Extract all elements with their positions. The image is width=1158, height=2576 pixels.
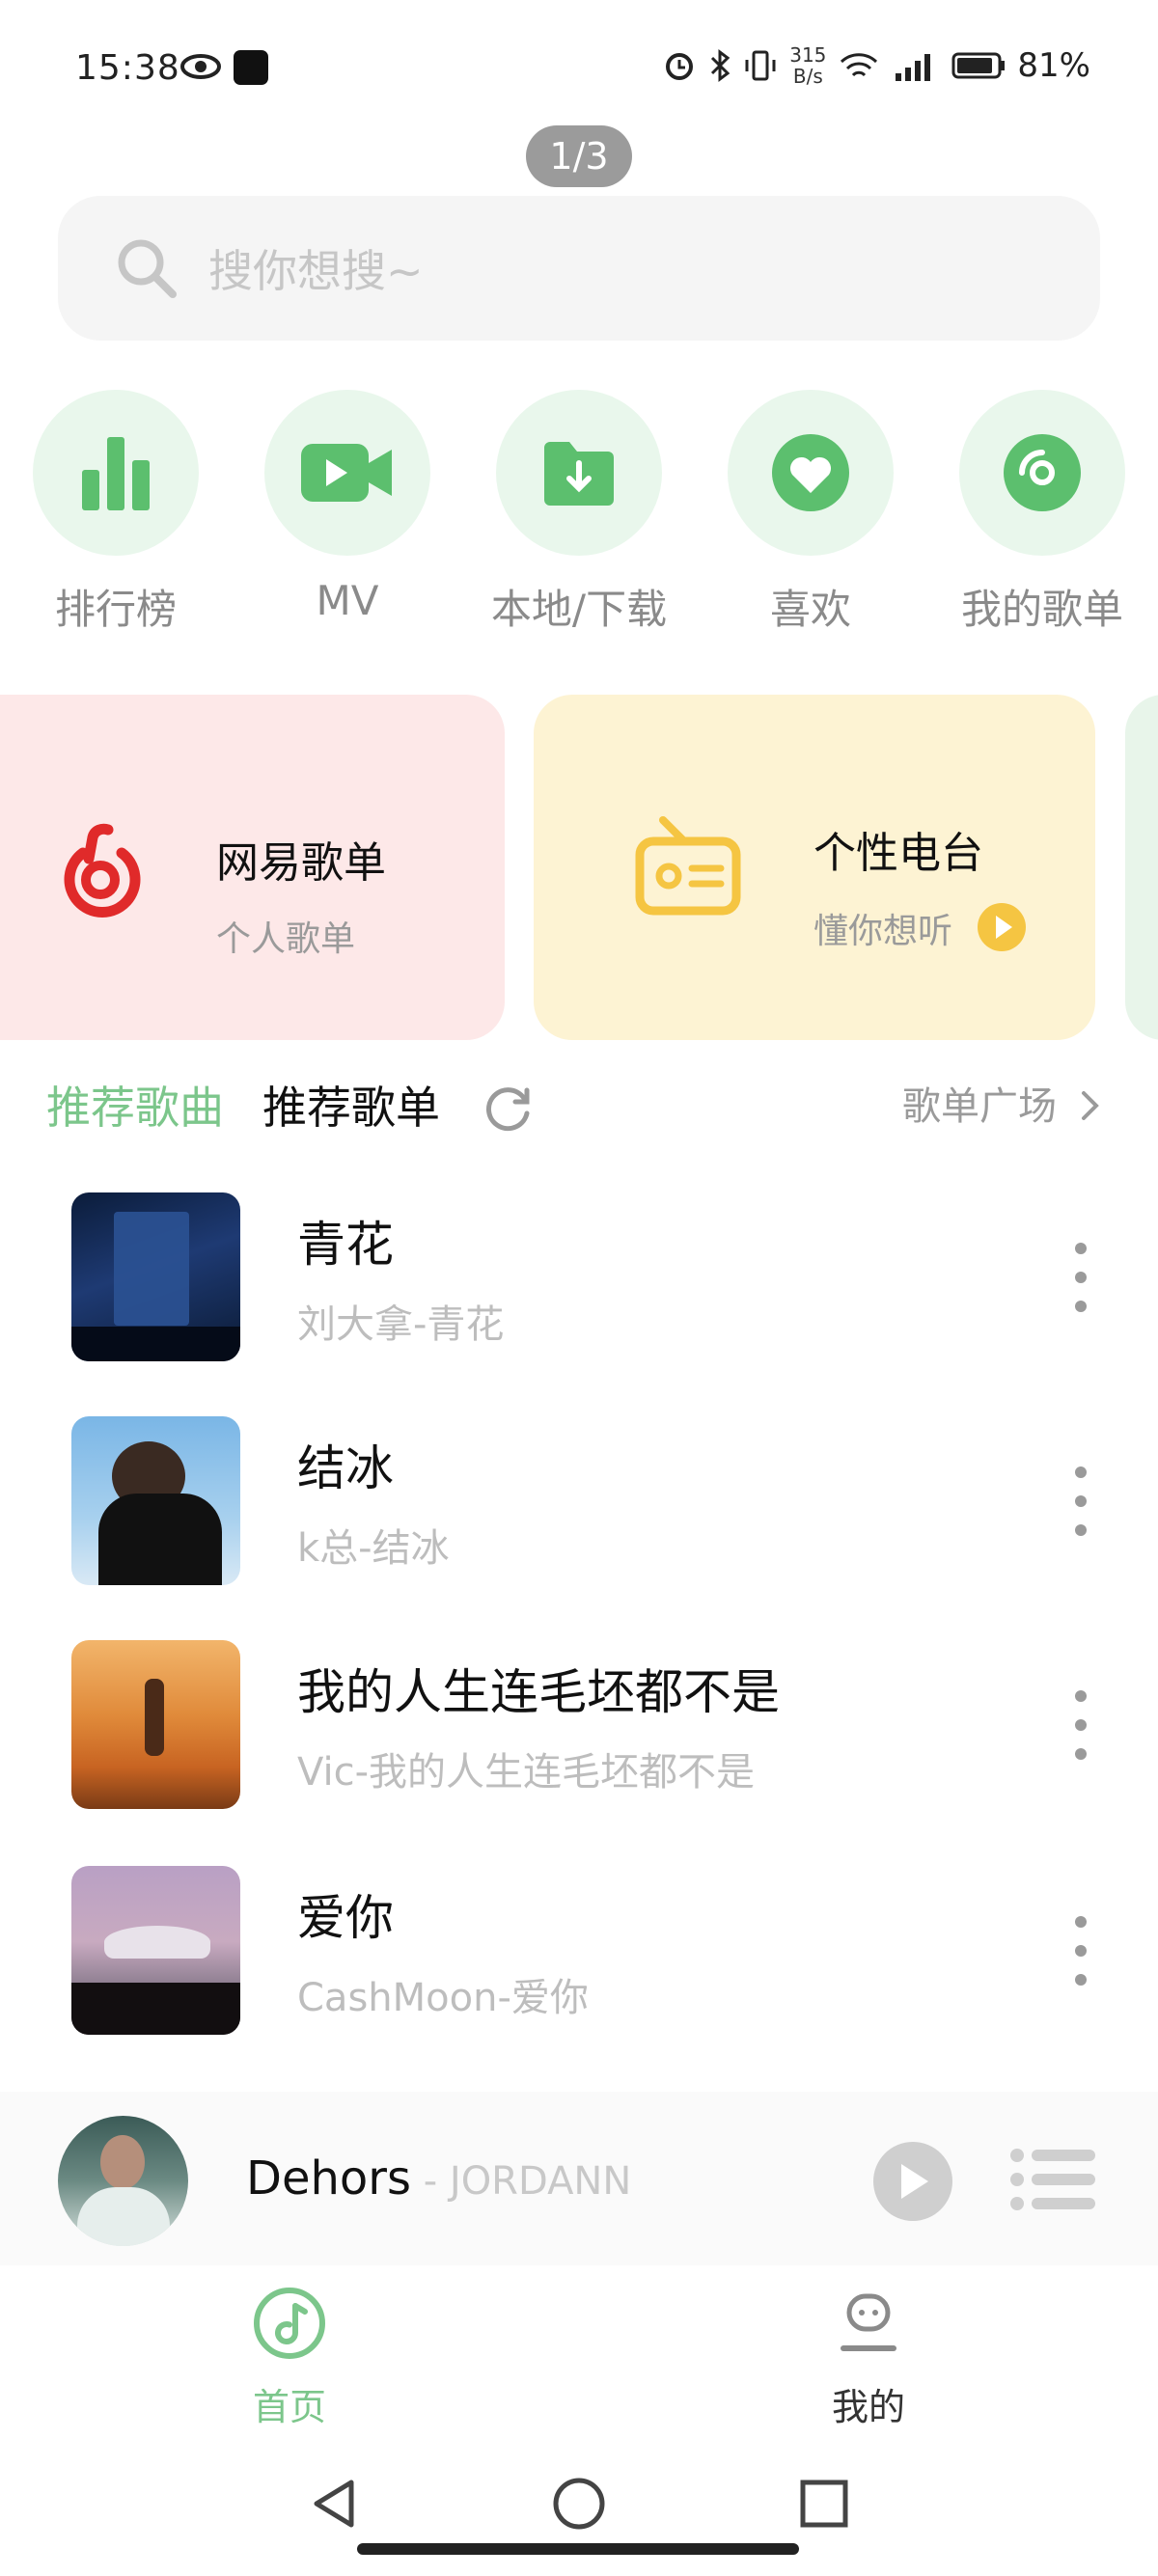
song-cover (71, 1192, 240, 1361)
quick-local[interactable]: 本地/下载 (491, 390, 667, 641)
song-subtitle: 刘大拿-青花 (297, 1302, 505, 1347)
quick-my-playlist[interactable]: 我的歌单 (959, 390, 1125, 641)
song-cover (71, 1640, 240, 1809)
status-indicators: 315 B/s 81% (662, 44, 1090, 87)
song-subtitle: Vic-我的人生连毛坯都不是 (297, 1750, 756, 1795)
local-circle (496, 390, 662, 556)
search-icon (118, 239, 177, 298)
rank-circle (33, 390, 199, 556)
quick-mv[interactable]: MV (264, 390, 430, 641)
recent-apps-icon[interactable] (797, 2475, 851, 2533)
now-playing-title: Dehors (246, 2151, 412, 2206)
quick-label: 本地/下载 (490, 586, 668, 633)
song-title: 结冰 (297, 1440, 394, 1496)
signal-icon (896, 54, 931, 81)
card-title: 个性电台 (813, 829, 983, 878)
home-icon[interactable] (550, 2475, 608, 2533)
now-playing-info: Dehors - JORDANN (246, 2151, 631, 2206)
page-indicator: 1/3 (526, 125, 632, 187)
back-icon[interactable] (307, 2475, 361, 2533)
nav-home-label: 首页 (252, 2386, 326, 2428)
plaza-label: 歌单广场 (902, 1084, 1057, 1129)
wifi-icon (841, 53, 878, 77)
more-icon[interactable] (1071, 1916, 1090, 1986)
card-title: 网易歌单 (216, 838, 386, 888)
card-subtitle: 个人歌单 (216, 919, 356, 959)
play-button[interactable] (873, 2142, 952, 2221)
battery-percent: 81% (1017, 46, 1090, 85)
user-icon (841, 2293, 896, 2351)
more-icon[interactable] (1071, 1690, 1090, 1760)
search-placeholder: 搜你想搜~ (208, 245, 424, 297)
song-row[interactable]: 我的人生连毛坯都不是 Vic-我的人生连毛坯都不是 (0, 1640, 1158, 1864)
more-icon[interactable] (1071, 1466, 1090, 1536)
status-time: 15:38 (75, 48, 180, 88)
chevron-right-icon (1081, 1091, 1099, 1120)
home-indicator (357, 2543, 799, 2555)
battery-icon (951, 52, 1006, 79)
mv-circle (264, 390, 430, 556)
quick-rank[interactable]: 排行榜 (33, 390, 199, 641)
personal-radio-card[interactable]: 个性电台 懂你想听 (534, 695, 1095, 1040)
eye-icon (180, 54, 221, 79)
song-subtitle: CashMoon-爱你 (297, 1976, 589, 2020)
tiktok-icon (234, 50, 268, 85)
netease-playlist-card[interactable]: 网易歌单 个人歌单 (0, 695, 505, 1040)
video-camera-icon (301, 444, 392, 502)
quick-label: MV (316, 577, 379, 624)
song-title: 我的人生连毛坯都不是 (297, 1664, 780, 1720)
bar-chart-icon (82, 437, 150, 510)
song-title: 青花 (297, 1217, 394, 1273)
heart-icon (772, 434, 849, 511)
refresh-icon[interactable] (481, 1081, 537, 1137)
netease-logo (64, 823, 141, 918)
disc-icon (1004, 434, 1081, 511)
nav-mine[interactable]: 我的 (772, 2285, 965, 2430)
vibrate-icon (745, 50, 776, 81)
network-speed: 315 B/s (789, 43, 827, 88)
bluetooth-icon (711, 49, 731, 82)
search-bar[interactable]: 搜你想搜~ (58, 196, 1100, 341)
now-playing-artist: - JORDANN (411, 2159, 632, 2204)
alarm-icon (666, 53, 694, 80)
nav-mine-label: 我的 (831, 2386, 905, 2428)
playlist-plaza-link[interactable]: 歌单广场 (902, 1075, 1102, 1131)
playlist-circle (959, 390, 1125, 556)
download-folder-icon (544, 442, 614, 506)
card-subtitle: 懂你想听 (813, 912, 953, 951)
music-disc-icon (254, 2288, 325, 2359)
playlist-queue-icon[interactable] (1008, 2146, 1097, 2213)
tab-recommended-playlists[interactable]: 推荐歌单 (262, 1073, 440, 1137)
nav-home[interactable]: 首页 (193, 2285, 386, 2430)
song-subtitle: k总-结冰 (297, 1526, 450, 1571)
more-icon[interactable] (1071, 1243, 1090, 1312)
quick-like[interactable]: 喜欢 (728, 390, 894, 641)
tab-recommended-songs[interactable]: 推荐歌曲 (46, 1073, 224, 1137)
now-playing-cover (58, 2116, 188, 2246)
like-circle (728, 390, 894, 556)
mini-player[interactable]: Dehors - JORDANN (0, 2092, 1158, 2265)
quick-label: 排行榜 (54, 586, 177, 633)
song-row[interactable]: 结冰 k总-结冰 (0, 1416, 1158, 1640)
radio-icon (635, 816, 741, 916)
song-cover (71, 1416, 240, 1585)
song-row[interactable]: 青花 刘大拿-青花 (0, 1192, 1158, 1416)
next-card-peek[interactable] (1125, 695, 1158, 1040)
song-cover (71, 1866, 240, 2035)
song-row[interactable]: 爱你 CashMoon-爱你 (0, 1866, 1158, 2090)
play-icon (901, 2164, 928, 2199)
play-circle-icon[interactable] (976, 901, 1028, 953)
song-title: 爱你 (297, 1890, 394, 1946)
quick-label: 我的歌单 (960, 586, 1123, 633)
status-bar: 15:38 315 B/s 81% (0, 0, 1158, 135)
quick-label: 喜欢 (769, 586, 851, 633)
